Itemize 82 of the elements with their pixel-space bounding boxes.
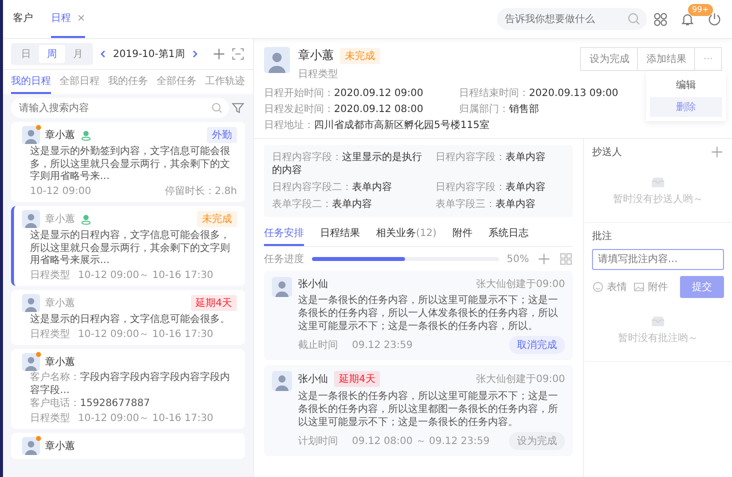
task-time: 09.12 08:00 ～ 09.12 23:59 [352,435,490,448]
task-content: 这是一条很长的任务内容，所以这里可能显示不下；这是一条很长的任务内容，所以这里都图一条很长的任务内容，所以这里可能显示不下；这是一条很长的任务内容。 [298,390,559,429]
time-range: 10-12 09:00～ 10-16 17:30 [78,328,214,341]
customer-field: 客户名称：字段内容字段内容字段内容字段内容字段... [22,372,237,397]
empty-message: 暂时没有抄送人哟～ [613,192,703,206]
view-option[interactable]: 日 [13,45,39,63]
card-content: 这是显示的外勤签到内容，文字信息可能会很多，所以这里就只会显示两行，其余剩下的文字则用省略号来... [29,146,231,184]
time-range: 10-12 09:00～ 10-16 17:30 [78,270,214,282]
action-button[interactable]: 添加结果 [637,47,696,71]
created-note: 张大仙创建于09:00 [476,278,565,291]
info-field: 日程地址：四川省成都市高新区孵化园5号楼115室 [264,119,659,132]
person-name: 章小蕙 [298,47,334,64]
task-action-button[interactable]: 取消完成 [509,336,565,354]
detail-tab[interactable]: 系统日志 [488,222,529,246]
schedule-card[interactable]: 章小蕙 外勤 这是显示的外勤签到内容，文字信息可能会很多，所以这里就只会显示两行，其余剩下的文字则用省略号来... 10-12 09:00 停留时长：2.8h [11,122,245,202]
schedule-card[interactable]: 章小蕙 客户名称：字段内容字段内容字段内容字段内容字段... 客户电话：15928677887 日程类型 10-12 09:00～ 10-16 17:30 [11,349,245,429]
schedule-type: 日程类型 [30,328,70,341]
info-field: 日程发起时间：2020.09.12 08:00 [264,103,449,116]
status-tag: 未完成 [197,211,237,227]
schedule-card[interactable]: 章小蕙 未完成 这是显示的日程内容，文字信息可能会很多，所以这里就只会显示两行，其余剩下的文字则用省略号来展示... 日程类型 10-12 09:00～ 10-16 17:30 [11,206,245,286]
section-title: 批注 [592,230,612,243]
list-tab[interactable]: 全部日程 [60,70,100,94]
person-name: 章小蕙 [45,356,75,369]
time-label: 截止时间 [298,338,338,352]
status-tag: 外勤 [207,127,237,143]
search-field[interactable]: 请输入搜索内容 [11,98,229,118]
card-content: 这是显示的日程内容，文字信息可能会很多，所以这里就只会显示两行，其余剩下的文字则用省略号来展示... [29,230,231,268]
list-tab[interactable]: 全部任务 [156,70,196,94]
list-tab[interactable]: 我的任务 [108,70,148,94]
detail-tab[interactable]: 附件 [452,222,473,246]
card-time: 10-12 09:00 [30,186,92,198]
form-field: 日程内容字段：表单内容 [435,181,565,194]
detail-tab[interactable]: 任务安排 [264,222,304,246]
person-name: 张小仙 [298,278,328,291]
detail-tab[interactable]: 相关业务(12) [376,222,437,246]
created-note: 张大仙创建于09:00 [476,372,565,386]
page-tab[interactable]: 客户 [13,0,33,38]
schedule-type: 日程类型 [30,412,70,425]
form-field: 日程内容字段：这里显示的是执行的内容 [272,151,428,177]
week-label: 2019-10-第1周 [113,48,185,61]
status-tag: 未完成 [340,48,380,64]
tool-label[interactable]: 附件 [648,280,668,294]
person-name: 张小仙 [298,372,328,386]
section-title: 抄送人 [592,146,622,159]
form-field: 表单字段二：表单内容 [272,198,428,211]
form-field: 日程内容字段：表单内容 [435,151,565,177]
notification-badge: 99+ [688,4,713,16]
view-option[interactable]: 月 [65,45,91,63]
task-content: 这是一条很长的任务内容，所以这里可能显示不下；这是一条很长的任务内容，所以一人体发条很长的任务内容，所以这里可能显示不下；这是一条很长的任务内容，所以。 [298,294,559,333]
schedule-card[interactable]: 章小蕙 [11,433,245,459]
card-content: 这是显示的日程内容，文字信息可能会很多。 [29,314,231,326]
comment-field[interactable]: 请填写批注内容... [592,249,724,270]
list-tab[interactable]: 工作轨迹 [205,70,245,94]
person-name: 章小蕙 [45,440,75,453]
list-tab[interactable]: 我的日程 [11,70,51,94]
detail-tab[interactable]: 日程结果 [320,222,360,246]
stay-duration: 停留时长：2.8h [164,186,237,198]
customer-field: 客户电话：15928677887 [22,398,237,410]
menu-item[interactable]: 删除 [650,97,722,117]
progress-label: 任务进度 [264,252,304,266]
search-field[interactable]: 告诉我你想要做什么 [497,8,647,30]
person-name: 章小蕙 [45,296,75,310]
task-time: 09.12 23:59 [352,340,413,350]
action-button[interactable]: 设为完成 [580,47,638,71]
schedule-card[interactable]: 章小蕙 延期4天 这是显示的日程内容，文字信息可能会很多。 日程类型 10-12 09:00～ 10-16 17:30 [11,290,245,345]
person-name: 章小蕙 [45,128,75,142]
status-tag: 延期4天 [334,371,380,387]
schedule-type: 日程类型 [30,270,70,282]
time-label: 计划时间 [298,434,338,448]
time-range: 10-12 09:00～ 10-16 17:30 [78,412,214,425]
schedule-type: 日程类型 [298,68,339,81]
tool-label[interactable]: 表情 [607,280,627,294]
submit-button[interactable]: 提交 [680,276,724,298]
form-field: 表单字段三：表单内容 [435,198,565,211]
task-action-button[interactable]: 设为完成 [509,432,565,450]
empty-message: 暂时没有批注哟～ [618,332,698,345]
progress-reading: 50% [506,254,529,264]
view-option[interactable]: 周 [39,45,65,63]
form-field: 日程内容字段二：表单内容 [272,181,428,194]
info-field: 日程开始时间：2020.09.12 09:00 [264,87,449,100]
person-name: 章小蕙 [45,212,75,226]
status-tag: 延期4天 [190,295,237,311]
